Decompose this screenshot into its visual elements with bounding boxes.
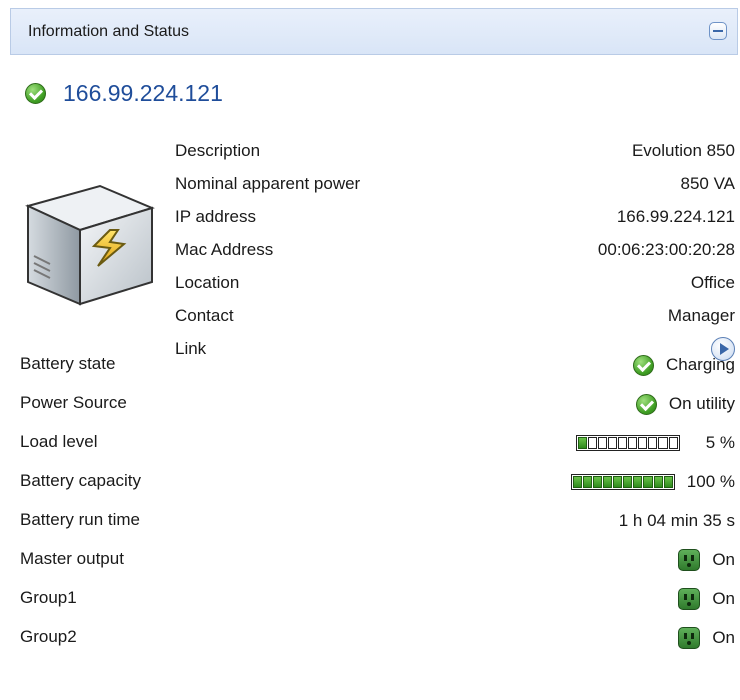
detail-value: Manager — [667, 306, 735, 325]
status-value: 5 % — [705, 433, 735, 452]
detail-row-mac-address: Mac Address 00:06:23:00:20:28 — [165, 236, 735, 269]
detail-label: Contact — [175, 306, 234, 325]
panel-title: Information and Status — [28, 23, 189, 40]
load-level-gauge — [575, 435, 680, 451]
gauge-segment — [603, 476, 613, 488]
collapse-minus-icon[interactable] — [709, 22, 727, 40]
status-value: On — [712, 589, 735, 608]
gauge-segment — [613, 476, 623, 488]
gauge-segment — [623, 476, 633, 488]
detail-value: 850 VA — [680, 174, 735, 193]
status-row-group2: Group2 On — [20, 619, 735, 658]
status-value: On — [712, 628, 735, 647]
outlet-icon — [678, 627, 701, 649]
gauge-segment — [577, 437, 587, 449]
detail-value: Evolution 850 — [631, 141, 735, 160]
status-label: Group1 — [20, 588, 77, 607]
gauge-segment — [628, 437, 638, 449]
status-row-battery-run-time: Battery run time 1 h 04 min 35 s — [20, 502, 735, 541]
detail-label: IP address — [175, 207, 256, 226]
detail-label: Location — [175, 273, 240, 292]
outlet-icon — [678, 588, 701, 610]
battery-capacity-gauge — [570, 474, 675, 490]
status-row-battery-capacity: Battery capacity 100 % — [20, 463, 735, 502]
status-label: Battery run time — [20, 510, 140, 529]
device-details: Description Evolution 850 Nominal appare… — [165, 137, 735, 368]
detail-row-contact: Contact Manager — [165, 302, 735, 335]
status-row-power-source: Power Source On utility — [20, 385, 735, 424]
status-value: On utility — [668, 394, 735, 413]
detail-value: 166.99.224.121 — [616, 207, 735, 226]
status-value: On — [712, 550, 735, 569]
gauge-segment — [648, 437, 658, 449]
gauge-segment — [587, 437, 597, 449]
gauge-segment — [638, 437, 648, 449]
check-circle-icon — [633, 354, 654, 376]
check-circle-icon — [25, 83, 46, 104]
status-label: Power Source — [20, 393, 127, 412]
status-label: Group2 — [20, 627, 77, 646]
gauge-segment — [653, 476, 663, 488]
detail-label: Nominal apparent power — [175, 174, 361, 193]
gauge-segment — [592, 476, 603, 488]
status-label: Battery capacity — [20, 471, 141, 490]
status-row-master-output: Master output On — [20, 541, 735, 580]
gauge-segment — [643, 476, 653, 488]
detail-label: Description — [175, 141, 261, 160]
gauge-segment — [663, 476, 673, 488]
status-row-group1: Group1 On — [20, 580, 735, 619]
gauge-segment — [607, 437, 618, 449]
gauge-segment — [668, 437, 678, 449]
ups-device-icon — [25, 184, 155, 306]
status-label: Battery state — [20, 354, 116, 373]
panel-header: Information and Status — [10, 8, 738, 55]
status-value: Charging — [666, 355, 735, 374]
detail-label: Mac Address — [175, 240, 274, 259]
status-value: 1 h 04 min 35 s — [618, 511, 735, 530]
status-list: Battery state Charging Power Source On u… — [20, 346, 735, 658]
status-row-battery-state: Battery state Charging — [20, 346, 735, 385]
detail-row-ip-address: IP address 166.99.224.121 — [165, 203, 735, 236]
status-label: Load level — [20, 432, 98, 451]
gauge-segment — [658, 437, 668, 449]
detail-value: 00:06:23:00:20:28 — [597, 240, 735, 259]
gauge-segment — [597, 437, 607, 449]
outlet-icon — [678, 549, 701, 571]
host-ip: 166.99.224.121 — [63, 80, 223, 106]
status-row-load-level: Load level 5 % — [20, 424, 735, 463]
check-circle-icon — [635, 393, 657, 415]
gauge-segment — [572, 476, 582, 488]
gauge-segment — [582, 476, 592, 488]
status-label: Master output — [20, 549, 124, 568]
detail-row-nominal-power: Nominal apparent power 850 VA — [165, 170, 735, 203]
gauge-segment — [633, 476, 643, 488]
detail-row-description: Description Evolution 850 — [165, 137, 735, 170]
detail-value: Office — [690, 273, 735, 292]
detail-row-location: Location Office — [165, 269, 735, 302]
gauge-segment — [618, 437, 628, 449]
status-value: 100 % — [686, 472, 735, 491]
